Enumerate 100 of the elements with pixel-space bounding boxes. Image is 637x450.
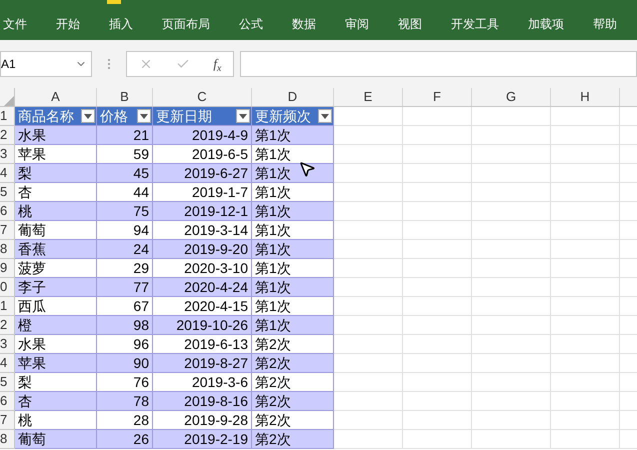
ribbon-tab[interactable]: 开始	[56, 15, 80, 33]
empty-cell[interactable]	[551, 278, 620, 297]
empty-cell[interactable]	[472, 202, 551, 221]
empty-cell[interactable]	[551, 145, 620, 164]
empty-cell[interactable]	[403, 392, 472, 411]
empty-cell[interactable]	[472, 221, 551, 240]
row-number[interactable]: 8	[0, 430, 15, 449]
empty-cell[interactable]	[472, 354, 551, 373]
empty-cell[interactable]	[472, 411, 551, 430]
empty-cell[interactable]	[403, 202, 472, 221]
empty-cell[interactable]	[551, 164, 620, 183]
row-number[interactable]: 8	[0, 240, 15, 259]
empty-cell[interactable]	[472, 278, 551, 297]
empty-cell[interactable]	[472, 183, 551, 202]
empty-cell[interactable]	[472, 164, 551, 183]
ribbon-tab[interactable]: 帮助	[593, 15, 617, 33]
empty-cell[interactable]	[551, 392, 620, 411]
ribbon-tab[interactable]: 文件	[3, 15, 27, 33]
column-header[interactable]: A	[15, 88, 97, 106]
empty-cell[interactable]	[551, 126, 620, 145]
empty-cell[interactable]	[472, 126, 551, 145]
ribbon-tab[interactable]: 页面布局	[162, 15, 210, 33]
ribbon-tab[interactable]: 加载项	[528, 15, 564, 33]
empty-cell[interactable]	[472, 297, 551, 316]
filter-dropdown-button[interactable]	[236, 109, 250, 123]
empty-cell[interactable]	[472, 373, 551, 392]
row-number[interactable]: 1	[0, 107, 15, 126]
row-number[interactable]: 2	[0, 126, 15, 145]
column-header[interactable]: E	[334, 88, 403, 106]
empty-cell[interactable]	[551, 259, 620, 278]
name-box[interactable]: A1	[0, 51, 92, 77]
empty-cell[interactable]	[403, 335, 472, 354]
empty-cell[interactable]	[551, 411, 620, 430]
empty-cell[interactable]	[472, 430, 551, 449]
formula-input-field[interactable]	[240, 51, 637, 77]
empty-cell[interactable]	[551, 183, 620, 202]
empty-cell[interactable]	[403, 316, 472, 335]
empty-cell[interactable]	[403, 297, 472, 316]
table-cell: 第1次	[252, 164, 334, 183]
row-number[interactable]: 0	[0, 278, 15, 297]
empty-cell[interactable]	[551, 316, 620, 335]
row-number[interactable]: 4	[0, 354, 15, 373]
empty-cell[interactable]	[472, 259, 551, 278]
column-header[interactable]: C	[153, 88, 252, 106]
row-number[interactable]: 1	[0, 297, 15, 316]
empty-cell[interactable]	[472, 107, 551, 126]
empty-cell[interactable]	[551, 430, 620, 449]
row-number[interactable]: 3	[0, 335, 15, 354]
filter-dropdown-button[interactable]	[137, 109, 151, 123]
empty-cell[interactable]	[403, 354, 472, 373]
column-header[interactable]: H	[551, 88, 620, 106]
empty-cell[interactable]	[403, 183, 472, 202]
empty-cell[interactable]	[551, 354, 620, 373]
row-number[interactable]: 5	[0, 373, 15, 392]
ribbon-tab[interactable]: 数据	[292, 15, 316, 33]
empty-cell[interactable]	[551, 107, 620, 126]
empty-cell[interactable]	[472, 335, 551, 354]
empty-cell[interactable]	[472, 240, 551, 259]
column-header[interactable]: B	[97, 88, 153, 106]
column-header[interactable]: D	[252, 88, 334, 106]
column-header[interactable]: F	[403, 88, 472, 106]
empty-cell[interactable]	[551, 202, 620, 221]
empty-cell[interactable]	[403, 411, 472, 430]
empty-cell[interactable]	[551, 335, 620, 354]
row-number[interactable]: 5	[0, 183, 15, 202]
empty-cell[interactable]	[403, 145, 472, 164]
row-number[interactable]: 3	[0, 145, 15, 164]
ribbon-tab[interactable]: 审阅	[345, 15, 369, 33]
row-number[interactable]: 4	[0, 164, 15, 183]
empty-cell[interactable]	[472, 316, 551, 335]
row-number[interactable]: 2	[0, 316, 15, 335]
empty-cell[interactable]	[551, 373, 620, 392]
insert-function-button[interactable]: f$_{x}$	[213, 54, 222, 74]
column-header[interactable]: G	[472, 88, 551, 106]
row-number[interactable]: 9	[0, 259, 15, 278]
empty-cell[interactable]	[403, 221, 472, 240]
ribbon-tab[interactable]: 公式	[239, 15, 263, 33]
ribbon-tab[interactable]: 视图	[398, 15, 422, 33]
empty-cell[interactable]	[403, 164, 472, 183]
empty-cell[interactable]	[403, 373, 472, 392]
empty-cell[interactable]	[551, 221, 620, 240]
table-cell: 2019-10-26	[153, 316, 252, 335]
empty-cell[interactable]	[472, 392, 551, 411]
empty-cell[interactable]	[403, 430, 472, 449]
empty-cell[interactable]	[551, 297, 620, 316]
empty-cell[interactable]	[403, 259, 472, 278]
row-number[interactable]: 6	[0, 202, 15, 221]
filter-dropdown-button[interactable]	[81, 109, 95, 123]
row-number[interactable]: 7	[0, 221, 15, 240]
empty-cell[interactable]	[403, 240, 472, 259]
row-number[interactable]: 7	[0, 411, 15, 430]
ribbon-tab[interactable]: 开发工具	[451, 15, 499, 33]
empty-cell[interactable]	[472, 145, 551, 164]
empty-cell[interactable]	[403, 278, 472, 297]
empty-cell[interactable]	[403, 126, 472, 145]
ribbon-tab[interactable]: 插入	[109, 15, 133, 33]
row-number[interactable]: 6	[0, 392, 15, 411]
empty-cell[interactable]	[403, 107, 472, 126]
empty-cell[interactable]	[551, 240, 620, 259]
filter-dropdown-button[interactable]	[318, 109, 332, 123]
